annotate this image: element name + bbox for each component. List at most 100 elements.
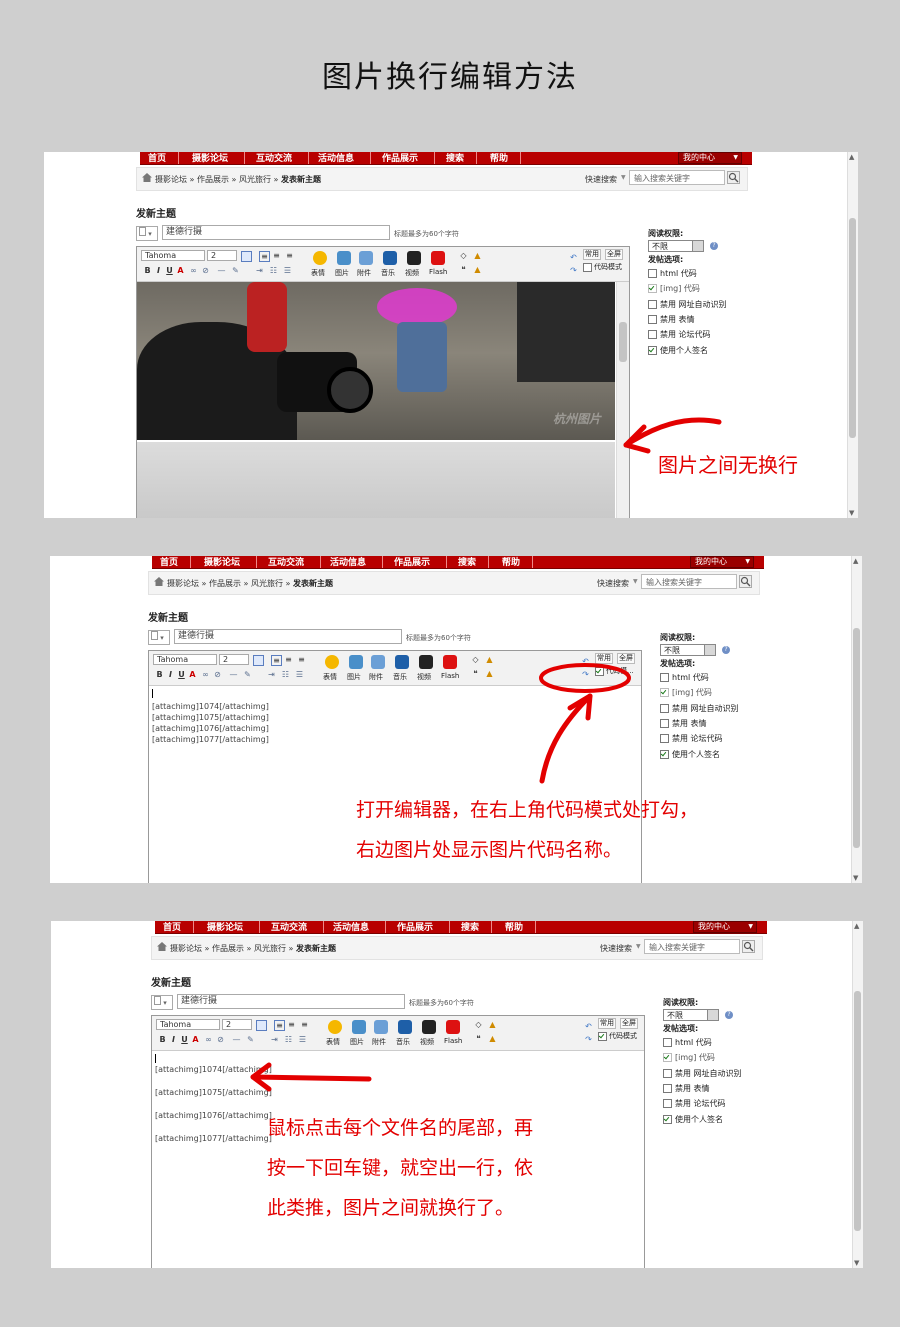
emoticon-icon[interactable] (328, 1020, 342, 1034)
attachment-code-3[interactable]: [attachimg]1077[/attachimg] (155, 1134, 272, 1143)
tool-label-1[interactable]: 图片 (335, 268, 349, 278)
option-checkbox[interactable] (648, 284, 657, 294)
tool-label-1[interactable]: 图片 (350, 1037, 364, 1047)
tool-label-2[interactable]: 附件 (372, 1037, 386, 1047)
nav-item-3[interactable]: 活动信息 (318, 152, 354, 164)
title-input[interactable]: 建德行摄 (162, 225, 390, 240)
align-center-icon[interactable]: ≡ (284, 655, 293, 664)
align-right-icon[interactable]: ≡ (297, 655, 306, 664)
post-option-5[interactable]: 使用个人签名 (663, 1114, 723, 1125)
scroll-down-icon[interactable]: ▼ (853, 874, 858, 882)
tool-label-2[interactable]: 附件 (369, 672, 383, 682)
read-permission-select[interactable]: 不限 (648, 240, 704, 252)
code-icon[interactable]: ◇ (459, 251, 468, 260)
page-scrollbar[interactable]: ▲ ▼ (852, 921, 863, 1268)
post-option-0[interactable]: html 代码 (648, 268, 697, 279)
scroll-up-icon[interactable]: ▲ (854, 922, 859, 930)
post-option-4[interactable]: 禁用 论坛代码 (663, 1098, 726, 1109)
format-button-1[interactable]: I (169, 1035, 178, 1044)
option-checkbox[interactable] (648, 314, 657, 324)
format-button-1[interactable]: I (154, 266, 163, 275)
my-center-menu[interactable]: 我的中心 ▼ (678, 152, 742, 164)
attachment-icon[interactable] (371, 655, 385, 669)
option-checkbox[interactable] (663, 1038, 672, 1047)
nav-item-1[interactable]: 摄影论坛 (192, 152, 228, 164)
format-button-2[interactable]: U (177, 670, 186, 679)
nav-item-4[interactable]: 作品展示 (397, 921, 433, 933)
ordered-list-icon[interactable]: ☷ (269, 266, 278, 275)
lock-icon[interactable]: ▲ (473, 251, 482, 260)
hr-icon[interactable]: — (229, 670, 238, 679)
attachment-code-0[interactable]: [attachimg]1074[/attachimg] (152, 702, 269, 711)
nav-item-3[interactable]: 活动信息 (333, 921, 369, 933)
video-icon[interactable] (407, 251, 421, 265)
format-button-1[interactable]: I (166, 670, 175, 679)
format-button-3[interactable]: A (188, 670, 197, 679)
option-checkbox[interactable] (660, 749, 669, 759)
option-checkbox[interactable] (648, 299, 657, 309)
search-button[interactable] (739, 575, 752, 588)
music-icon[interactable] (395, 655, 409, 669)
editor-body[interactable]: 杭州图片 (137, 282, 629, 518)
breadcrumb-item[interactable]: 作品展示 (212, 944, 244, 953)
hr-icon[interactable]: — (217, 266, 226, 275)
post-type-select[interactable]: ▾ (151, 995, 173, 1010)
nav-item-2[interactable]: 互动交流 (268, 556, 304, 568)
tool-label-1[interactable]: 图片 (347, 672, 361, 682)
post-option-5[interactable]: 使用个人签名 (648, 345, 708, 356)
nav-item-5[interactable]: 搜索 (461, 921, 479, 933)
align-left-icon[interactable]: ≡ (259, 251, 270, 262)
font-name-select[interactable]: Tahoma (141, 250, 205, 261)
tool-label-3[interactable]: 音乐 (393, 672, 407, 682)
font-size-select[interactable]: 2 (222, 1019, 252, 1030)
align-right-icon[interactable]: ≡ (285, 251, 294, 260)
nav-item-5[interactable]: 搜索 (446, 152, 464, 164)
lock-icon[interactable]: ▲ (485, 655, 494, 664)
option-checkbox[interactable] (660, 734, 669, 744)
search-button[interactable] (742, 940, 755, 953)
post-option-2[interactable]: 禁用 网址自动识别 (663, 1068, 742, 1079)
page-scrollbar[interactable]: ▲ ▼ (847, 152, 858, 518)
music-icon[interactable] (383, 251, 397, 265)
option-checkbox[interactable] (663, 1068, 672, 1078)
my-center-menu[interactable]: 我的中心 ▼ (690, 556, 754, 568)
indent-icon[interactable]: ⇥ (267, 670, 276, 679)
link-icon[interactable]: ∞ (189, 266, 198, 275)
source-view-icon[interactable] (253, 655, 264, 666)
quote-icon[interactable]: ❝ (459, 265, 468, 274)
tool-label-4[interactable]: 视频 (405, 268, 419, 278)
home-icon[interactable] (154, 577, 164, 586)
post-type-select[interactable]: ▾ (136, 226, 158, 241)
redo-icon[interactable]: ↷ (584, 1035, 593, 1044)
post-option-1[interactable]: [img] 代码 (660, 687, 712, 698)
emoticon-icon[interactable] (313, 251, 327, 265)
scroll-up-icon[interactable]: ▲ (853, 557, 858, 565)
hide-icon[interactable]: ▲ (485, 669, 494, 678)
code-icon[interactable]: ◇ (474, 1020, 483, 1029)
indent-icon[interactable]: ⇥ (255, 266, 264, 275)
code-mode-toggle[interactable]: 代码模式 (598, 1031, 637, 1041)
source-view-icon[interactable] (241, 251, 252, 262)
breadcrumb-item[interactable]: 作品展示 (197, 175, 229, 184)
quick-search-label[interactable]: 快速搜索 (600, 943, 632, 954)
nav-item-6[interactable]: 帮助 (490, 152, 508, 164)
common-button[interactable]: 常用 (583, 249, 601, 260)
nav-item-4[interactable]: 作品展示 (382, 152, 418, 164)
option-checkbox[interactable] (648, 330, 657, 340)
option-checkbox[interactable] (663, 1083, 672, 1093)
indent-icon[interactable]: ⇥ (270, 1035, 279, 1044)
tool-label-3[interactable]: 音乐 (396, 1037, 410, 1047)
option-checkbox[interactable] (648, 345, 657, 355)
help-icon[interactable]: ? (725, 1011, 733, 1019)
code-mode-checkbox[interactable] (583, 262, 592, 272)
scroll-thumb[interactable] (619, 322, 627, 362)
unlink-icon[interactable]: ⊘ (213, 670, 222, 679)
align-left-icon[interactable]: ≡ (271, 655, 282, 666)
post-option-3[interactable]: 禁用 表情 (648, 314, 695, 325)
scroll-up-icon[interactable]: ▲ (849, 153, 854, 161)
inserted-photo-2[interactable] (137, 442, 615, 518)
nav-item-3[interactable]: 活动信息 (330, 556, 366, 568)
link-icon[interactable]: ∞ (201, 670, 210, 679)
scroll-down-icon[interactable]: ▼ (854, 1259, 859, 1267)
font-size-select[interactable]: 2 (219, 654, 249, 665)
